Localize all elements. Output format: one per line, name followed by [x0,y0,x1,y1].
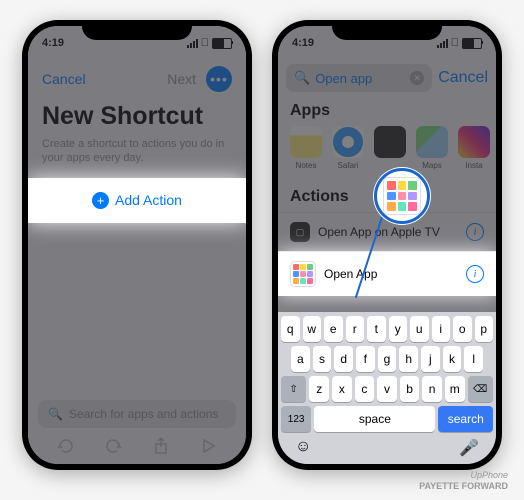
key-u[interactable]: u [410,316,429,342]
key-⌫[interactable]: ⌫ [468,376,493,402]
credit: UpPhone PAYETTE FORWARD [419,470,508,492]
key-s[interactable]: s [313,346,332,372]
phone-right: 4:19 􀙇 🔍 Open app ✕ Cancel Apps Notes Sa… [272,20,502,470]
key-l[interactable]: l [464,346,483,372]
add-action-label: Add Action [115,192,182,208]
emoji-icon[interactable]: ☺ [295,438,311,458]
action-open-app[interactable]: Open App i [278,251,496,296]
phone-left: 4:19 􀙇 Cancel Next ••• New Shortcut Crea… [22,20,252,470]
key-e[interactable]: e [324,316,343,342]
notch [82,20,192,40]
grid-icon [290,261,316,287]
key-w[interactable]: w [303,316,322,342]
key-q[interactable]: q [281,316,300,342]
key-⇧[interactable]: ⇧ [281,376,306,402]
key-a[interactable]: a [291,346,310,372]
action-label: Open App [324,267,377,281]
key-k[interactable]: k [443,346,462,372]
add-action-button[interactable]: + Add Action [28,178,246,223]
key-j[interactable]: j [421,346,440,372]
key-y[interactable]: y [389,316,408,342]
keyboard: qwertyuiop asdfghjkl ⇧zxcvbnm⌫ 123 space… [278,312,496,464]
key-m[interactable]: m [445,376,465,402]
key-v[interactable]: v [377,376,397,402]
key-space[interactable]: space [314,406,435,432]
key-x[interactable]: x [332,376,352,402]
mic-icon[interactable]: 🎤 [459,438,479,458]
callout-circle [374,168,430,224]
key-n[interactable]: n [422,376,442,402]
key-h[interactable]: h [399,346,418,372]
key-i[interactable]: i [432,316,451,342]
key-z[interactable]: z [309,376,329,402]
key-o[interactable]: o [453,316,472,342]
key-r[interactable]: r [346,316,365,342]
key-search[interactable]: search [438,406,493,432]
dim-overlay [28,26,246,464]
key-123[interactable]: 123 [281,406,311,432]
info-icon[interactable]: i [466,265,484,283]
key-f[interactable]: f [356,346,375,372]
notch [332,20,442,40]
key-p[interactable]: p [475,316,494,342]
key-c[interactable]: c [355,376,375,402]
plus-icon: + [92,192,109,209]
key-g[interactable]: g [378,346,397,372]
grid-icon [383,177,421,215]
key-t[interactable]: t [367,316,386,342]
key-b[interactable]: b [400,376,420,402]
key-d[interactable]: d [334,346,353,372]
